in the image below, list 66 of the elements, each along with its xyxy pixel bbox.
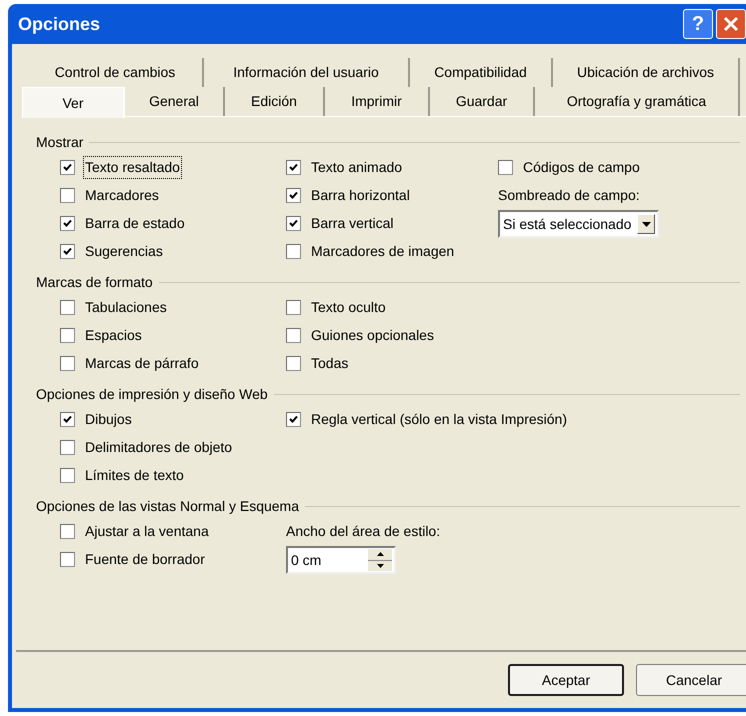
dropdown[interactable]: Si está seleccionado <box>498 210 660 238</box>
checkbox[interactable] <box>60 468 75 482</box>
checkbox-label: Códigos de campo <box>522 158 641 177</box>
window-title: Opciones <box>18 12 100 36</box>
checkbox[interactable] <box>286 160 301 174</box>
checkbox[interactable] <box>286 356 301 370</box>
checkbox[interactable] <box>286 328 301 342</box>
field-label: Ancho del área de estilo: <box>286 522 440 540</box>
checkbox-label: Ajustar a la ventana <box>84 522 210 541</box>
help-button[interactable]: ? <box>683 9 713 39</box>
close-icon <box>723 16 739 32</box>
checkbox[interactable] <box>60 300 75 314</box>
checkbox-label: Marcadores <box>84 186 160 204</box>
checkmark-icon <box>63 414 72 424</box>
field-label: Sombreado de campo: <box>498 186 640 205</box>
checkbox[interactable] <box>60 160 75 174</box>
checkbox-label: Texto animado <box>310 158 404 176</box>
close-button[interactable] <box>716 9 746 39</box>
checkbox[interactable] <box>60 552 75 566</box>
checkbox-label: Tabulaciones <box>84 298 168 316</box>
tab[interactable]: Ver <box>22 87 125 118</box>
checkbox[interactable] <box>60 524 75 538</box>
checkbox[interactable] <box>60 328 75 342</box>
checkbox[interactable] <box>60 188 75 202</box>
checkbox-label: Regla vertical (sólo en la vista Impresión) <box>310 410 568 429</box>
checkmark-icon <box>63 246 72 256</box>
checkbox[interactable] <box>286 412 301 426</box>
checkbox[interactable] <box>60 216 75 230</box>
checkbox[interactable] <box>60 412 75 426</box>
checkbox[interactable] <box>60 244 75 258</box>
spinner-field[interactable]: 0 cm <box>286 546 396 574</box>
checkmark-icon <box>63 162 72 172</box>
group-title: Mostrar <box>36 132 84 152</box>
checkbox-label: Barra vertical <box>310 214 394 232</box>
dialog-button[interactable]: Aceptar <box>508 664 624 696</box>
checkbox-label: Marcas de párrafo <box>84 354 200 373</box>
group-title: Opciones de las vistas Normal y Esquema <box>36 496 299 516</box>
checkbox-label: Texto oculto <box>310 298 387 316</box>
checkmark-icon <box>289 414 298 424</box>
checkbox[interactable] <box>286 300 301 314</box>
checkbox[interactable] <box>60 356 75 370</box>
checkbox-label: Texto resaltado <box>83 156 182 178</box>
checkmark-icon <box>289 218 298 228</box>
checkmark-icon <box>63 218 72 228</box>
checkbox[interactable] <box>60 440 75 454</box>
spinner-arrows-icon[interactable] <box>368 549 392 571</box>
checkbox[interactable] <box>286 216 301 230</box>
checkbox-label: Sugerencias <box>84 242 164 261</box>
checkmark-icon <box>289 162 298 172</box>
checkbox-label: Delimitadores de objeto <box>84 438 234 457</box>
checkbox-label: Guiones opcionales <box>310 326 435 345</box>
checkmark-icon <box>289 190 298 200</box>
checkbox[interactable] <box>498 160 513 174</box>
dialog-button[interactable]: Cancelar <box>636 664 746 696</box>
checkbox-label: Barra horizontal <box>310 186 411 204</box>
checkbox-label: Barra de estado <box>84 214 186 232</box>
group-title: Opciones de impresión y diseño Web <box>36 384 268 404</box>
checkbox-label: Todas <box>310 354 350 372</box>
checkbox-label: Dibujos <box>84 410 133 429</box>
checkbox[interactable] <box>286 244 301 258</box>
checkbox-label: Límites de texto <box>84 466 185 484</box>
checkbox[interactable] <box>286 188 301 202</box>
checkbox-label: Marcadores de imagen <box>310 242 456 261</box>
checkbox-label: Fuente de borrador <box>84 550 206 568</box>
checkbox-label: Espacios <box>84 326 143 345</box>
group-title: Marcas de formato <box>36 272 153 292</box>
